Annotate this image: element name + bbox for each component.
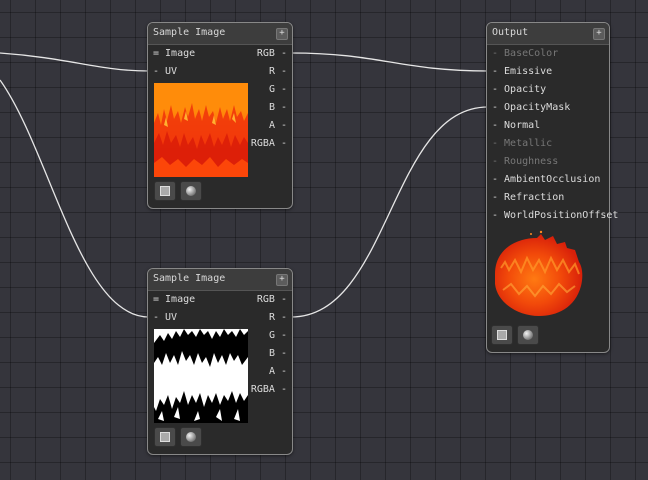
input-pin-roughness[interactable]: - Roughness [492, 153, 558, 171]
node-title: Sample Image [153, 273, 226, 284]
fire-texture-preview [154, 83, 248, 177]
output-pin-a[interactable]: A - [269, 363, 287, 381]
wire-offscreen-to-bottom-uv[interactable] [0, 79, 150, 318]
input-pin-basecolor[interactable]: - BaseColor [492, 45, 558, 63]
output-pin-g[interactable]: G - [269, 81, 287, 99]
node-header[interactable]: Sample Image + [148, 23, 292, 45]
mask-texture-preview [154, 329, 248, 423]
material-sphere-preview [491, 228, 587, 320]
input-pin-image[interactable]: = Image [153, 45, 195, 63]
sphere-preview-icon [523, 330, 533, 340]
output-pin-r[interactable]: R - [269, 309, 287, 327]
node-title: Sample Image [153, 27, 226, 38]
output-pin-rgb[interactable]: RGB - [257, 291, 287, 309]
input-pin-opacity[interactable]: - Opacity [492, 81, 546, 99]
wire-offscreen-to-top-uv[interactable] [0, 52, 150, 72]
sample-image-node-bottom[interactable]: Sample Image + = Image - UV RGB - R - G … [147, 268, 293, 455]
input-pin-ambientocclusion[interactable]: - AmbientOcclusion [492, 171, 600, 189]
square-preview-icon [497, 330, 507, 340]
output-pin-rgba[interactable]: RGBA - [251, 135, 287, 153]
output-node[interactable]: Output + - BaseColor - Emissive - Opacit… [486, 22, 618, 353]
output-pin-rgb[interactable]: RGB - [257, 45, 287, 63]
sample-image-node-top[interactable]: Sample Image + = Image - UV RGB - R - G … [147, 22, 293, 209]
input-pin-uv[interactable]: - UV [153, 309, 177, 327]
input-pin-uv[interactable]: - UV [153, 63, 177, 81]
collapse-plus-icon[interactable]: + [276, 28, 288, 40]
input-pin-opacitymask[interactable]: - OpacityMask [492, 99, 570, 117]
square-preview-button[interactable] [491, 325, 513, 345]
output-pin-g[interactable]: G - [269, 327, 287, 345]
collapse-plus-icon[interactable]: + [276, 274, 288, 286]
sphere-preview-icon [186, 186, 196, 196]
sphere-preview-button[interactable] [517, 325, 539, 345]
square-preview-button[interactable] [154, 181, 176, 201]
fire-sphere-graphic [495, 230, 583, 316]
node-title: Output [492, 27, 529, 38]
sphere-preview-button[interactable] [180, 427, 202, 447]
node-header[interactable]: Sample Image + [148, 269, 292, 291]
output-pin-r[interactable]: R - [269, 63, 287, 81]
sphere-preview-button[interactable] [180, 181, 202, 201]
output-pin-b[interactable]: B - [269, 345, 287, 363]
input-pin-emissive[interactable]: - Emissive [492, 63, 552, 81]
input-pin-refraction[interactable]: - Refraction [492, 189, 564, 207]
node-header[interactable]: Output + [487, 23, 609, 45]
square-preview-icon [160, 432, 170, 442]
input-pin-metallic[interactable]: - Metallic [492, 135, 552, 153]
collapse-plus-icon[interactable]: + [593, 28, 605, 40]
output-pin-a[interactable]: A - [269, 117, 287, 135]
output-pin-rgba[interactable]: RGBA - [251, 381, 287, 399]
square-preview-button[interactable] [154, 427, 176, 447]
sphere-preview-icon [186, 432, 196, 442]
mask-shape-graphic [154, 329, 248, 423]
input-pin-worldpositionoffset[interactable]: - WorldPositionOffset [492, 207, 618, 225]
square-preview-icon [160, 186, 170, 196]
wire-bottom-r-to-opacitymask[interactable] [290, 106, 489, 318]
wire-top-rgb-to-emissive[interactable] [290, 52, 489, 72]
input-pin-normal[interactable]: - Normal [492, 117, 540, 135]
output-pin-b[interactable]: B - [269, 99, 287, 117]
fire-flames-graphic [154, 103, 248, 177]
input-pin-image[interactable]: = Image [153, 291, 195, 309]
